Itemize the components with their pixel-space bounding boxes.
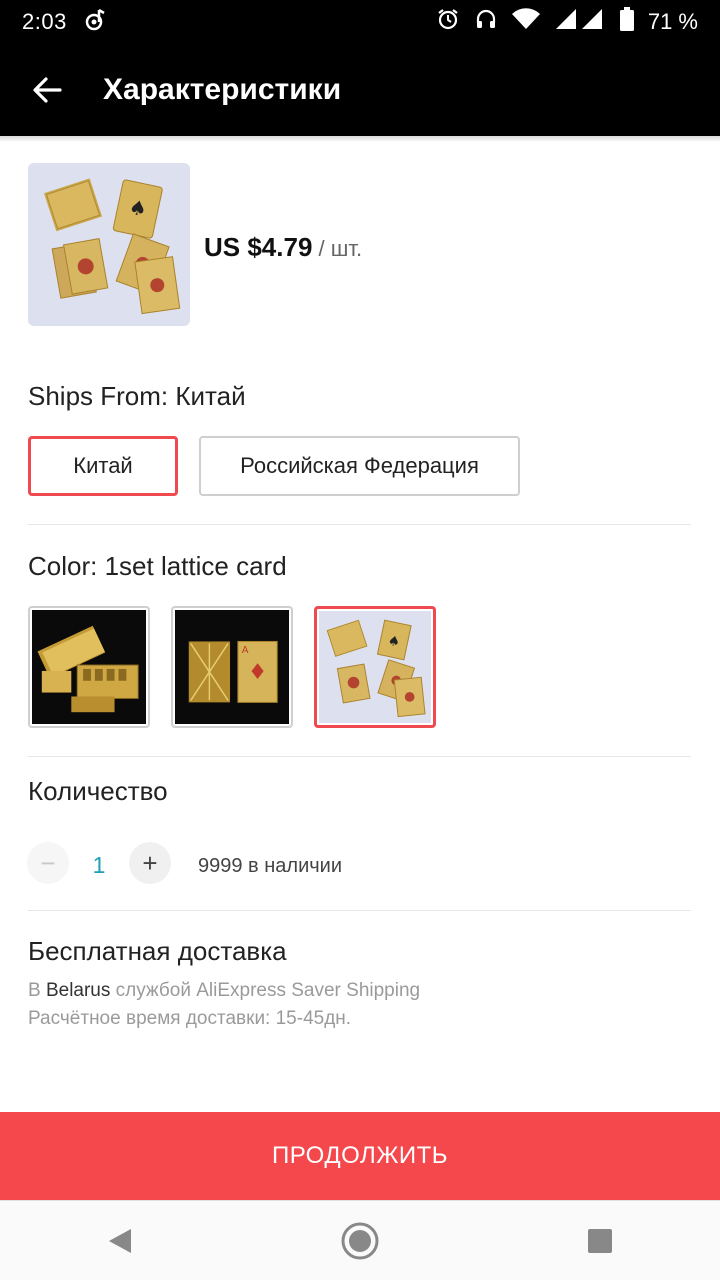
chip-label: Российская Федерация	[240, 453, 479, 478]
color-label: Color: 1set lattice card	[28, 551, 287, 581]
ships-from-label: Ships From: Китай	[28, 381, 246, 411]
price-line: US $4.79 / шт.	[204, 232, 362, 263]
shipping-method: В Belarus службой AliExpress Saver Shipp…	[28, 980, 420, 1002]
continue-button-label: ПРОДОЛЖИТЬ	[271, 1142, 449, 1169]
swatch-image	[32, 610, 146, 724]
quantity-decrease-button[interactable]: −	[27, 842, 69, 884]
status-time: 2:03	[22, 9, 67, 34]
battery-level: 71 %	[647, 9, 698, 34]
ships-from-option-china[interactable]: Китай	[28, 436, 178, 496]
divider	[28, 524, 691, 525]
delivery-time: Расчётное время доставки: 15-45дн.	[28, 1008, 352, 1029]
music-note-icon	[85, 7, 107, 37]
stock-count: 9999 в наличии	[198, 855, 343, 877]
page-title: Характеристики	[103, 73, 342, 106]
nav-back-icon	[109, 1228, 131, 1253]
app-bar: Характеристики	[0, 44, 720, 136]
divider	[28, 756, 691, 757]
shipping-country[interactable]: Belarus	[46, 980, 110, 1001]
product-price: US $4.79	[204, 232, 313, 262]
system-nav-bar	[0, 1200, 720, 1280]
color-swatch-2[interactable]: ♦ A	[171, 606, 293, 728]
minus-icon: −	[40, 847, 56, 878]
shipping-title: Бесплатная доставка	[28, 936, 287, 966]
svg-text:A: A	[242, 645, 249, 656]
chip-label: Китай	[73, 453, 133, 478]
continue-button[interactable]: ПРОДОЛЖИТЬ	[0, 1112, 720, 1200]
color-swatch-1[interactable]	[28, 606, 150, 728]
svg-text:♦: ♦	[248, 660, 267, 685]
ships-from-option-russia[interactable]: Российская Федерация	[199, 436, 520, 496]
back-button[interactable]	[0, 44, 95, 136]
battery-icon	[619, 7, 634, 37]
nav-home-button[interactable]	[300, 1201, 420, 1281]
swatch-image: ♠	[319, 611, 431, 723]
product-image: ♠	[28, 163, 190, 326]
shipping-prefix: В	[28, 980, 46, 1001]
swatch-image: ♦ A	[175, 610, 289, 724]
nav-recents-icon	[588, 1228, 612, 1253]
price-unit: / шт.	[312, 236, 363, 261]
nav-recents-button[interactable]	[540, 1201, 660, 1281]
shipping-service: службой AliExpress Saver Shipping	[110, 980, 421, 1001]
plus-icon: +	[142, 847, 158, 878]
signal-icon	[554, 8, 606, 36]
color-swatch-3[interactable]: ♠	[314, 606, 436, 728]
divider	[28, 910, 691, 911]
wifi-icon	[511, 8, 540, 36]
quantity-increase-button[interactable]: +	[129, 842, 171, 884]
arrow-back-icon	[32, 77, 62, 103]
nav-back-button[interactable]	[60, 1201, 180, 1281]
app-bar-shadow	[0, 136, 720, 142]
nav-home-icon	[341, 1222, 379, 1259]
quantity-value[interactable]: 1	[90, 852, 108, 879]
quantity-label: Количество	[28, 776, 168, 806]
alarm-icon	[436, 7, 460, 37]
status-bar: 2:03 71 %	[0, 0, 720, 44]
headphones-icon	[474, 7, 498, 37]
